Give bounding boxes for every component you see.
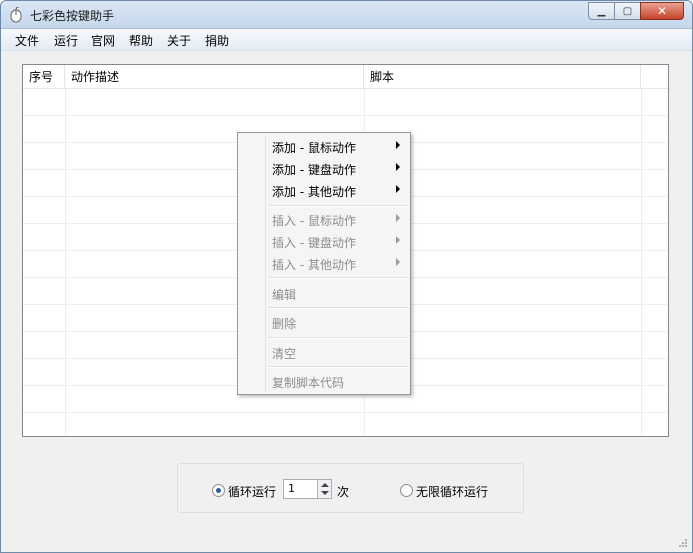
menu-item-edit: 编辑	[240, 282, 408, 304]
menu-item-clear: 清空	[240, 341, 408, 363]
loop-run-label[interactable]: 循环运行	[228, 483, 276, 500]
menu-item-delete: 删除	[240, 311, 408, 333]
column-header-script[interactable]: 脚本	[364, 65, 641, 89]
list-header: 序号 动作描述 脚本	[23, 65, 668, 89]
menu-item-label: 删除	[272, 317, 297, 331]
run-options-panel: 循环运行 1 次 无限循环运行	[177, 463, 524, 513]
times-label: 次	[337, 485, 350, 499]
menu-item-copy-script-code: 复制脚本代码	[240, 370, 408, 392]
menu-item-insert-other: 插入 - 其他动作	[240, 252, 408, 274]
menu-item-label: 复制脚本代码	[272, 376, 345, 390]
minimize-icon: ▁	[597, 5, 606, 17]
menu-separator	[268, 308, 408, 309]
menu-run[interactable]: 运行	[54, 32, 78, 49]
window-controls: ▁ ▢ ✕	[588, 2, 684, 20]
title-bar[interactable]: 七彩色按键助手 ▁ ▢ ✕	[1, 1, 692, 29]
menu-help[interactable]: 帮助	[129, 32, 153, 49]
menu-item-label: 插入 - 键盘动作	[272, 236, 356, 250]
menu-separator	[268, 338, 408, 339]
menu-about[interactable]: 关于	[167, 32, 191, 49]
submenu-arrow-icon	[396, 141, 400, 149]
menu-separator	[268, 367, 408, 368]
submenu-arrow-icon	[396, 214, 400, 222]
column-header-description[interactable]: 动作描述	[65, 65, 364, 89]
context-menu: 添加 - 鼠标动作 添加 - 键盘动作 添加 - 其他动作 插入 - 鼠标动作 …	[237, 132, 411, 395]
menu-item-add-other[interactable]: 添加 - 其他动作	[240, 179, 408, 201]
menu-item-label: 清空	[272, 347, 297, 361]
loop-run-radio[interactable]	[212, 484, 225, 497]
close-icon: ✕	[656, 4, 668, 18]
menu-separator	[268, 206, 408, 207]
close-button[interactable]: ✕	[640, 2, 684, 20]
spin-down-icon[interactable]	[321, 491, 329, 495]
menu-item-add-mouse[interactable]: 添加 - 鼠标动作	[240, 135, 408, 157]
menu-item-add-keyboard[interactable]: 添加 - 键盘动作	[240, 157, 408, 179]
menu-item-label: 插入 - 其他动作	[272, 258, 356, 272]
maximize-button[interactable]: ▢	[614, 2, 641, 20]
submenu-arrow-icon	[396, 163, 400, 171]
menu-donate[interactable]: 捐助	[205, 32, 229, 49]
menu-bar: 文件 运行 官网 帮助 关于 捐助	[1, 29, 692, 51]
submenu-arrow-icon	[396, 236, 400, 244]
menu-separator	[268, 278, 408, 279]
submenu-arrow-icon	[396, 185, 400, 193]
minimize-button[interactable]: ▁	[588, 2, 615, 20]
table-row[interactable]	[23, 89, 668, 116]
menu-item-insert-keyboard: 插入 - 键盘动作	[240, 230, 408, 252]
infinite-loop-radio[interactable]	[400, 484, 413, 497]
submenu-arrow-icon	[396, 258, 400, 266]
loop-count-input[interactable]: 1	[283, 479, 318, 499]
infinite-loop-label[interactable]: 无限循环运行	[416, 483, 488, 500]
mouse-app-icon	[10, 7, 22, 23]
window-title: 七彩色按键助手	[30, 9, 115, 23]
menu-website[interactable]: 官网	[91, 32, 115, 49]
menu-item-label: 添加 - 键盘动作	[272, 163, 356, 177]
spin-up-icon[interactable]	[321, 483, 329, 487]
maximize-icon: ▢	[622, 5, 633, 17]
menu-file[interactable]: 文件	[15, 32, 39, 49]
menu-item-label: 编辑	[272, 288, 297, 302]
column-header-index[interactable]: 序号	[23, 65, 65, 89]
loop-count-stepper[interactable]	[317, 479, 332, 499]
resize-grip-icon[interactable]	[678, 538, 688, 548]
menu-item-label: 插入 - 鼠标动作	[272, 214, 356, 228]
menu-item-label: 添加 - 鼠标动作	[272, 141, 356, 155]
menu-item-label: 添加 - 其他动作	[272, 185, 356, 199]
menu-item-insert-mouse: 插入 - 鼠标动作	[240, 208, 408, 230]
main-window: 七彩色按键助手 ▁ ▢ ✕ 文件 运行 官网 帮助 关于 捐助 序号 动作描述 …	[0, 0, 693, 553]
